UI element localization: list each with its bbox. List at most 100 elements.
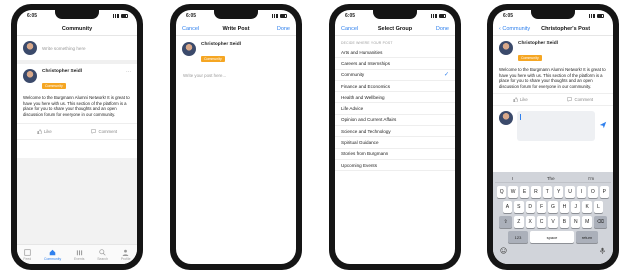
key[interactable]: Q	[497, 186, 507, 198]
tab-search[interactable]: Search	[97, 248, 109, 261]
group-label: Upcoming Events	[341, 162, 378, 168]
microphone-icon[interactable]	[599, 247, 606, 254]
key[interactable]: D	[525, 201, 535, 213]
group-item[interactable]: Upcoming Events	[335, 160, 455, 172]
shift-key[interactable]: ⇧	[499, 216, 513, 228]
key[interactable]: R	[531, 186, 541, 198]
back-label: Community	[502, 25, 531, 32]
key[interactable]: S	[514, 201, 524, 213]
key[interactable]: G	[548, 201, 558, 213]
key[interactable]: A	[502, 201, 513, 213]
key[interactable]: O	[588, 186, 598, 198]
key[interactable]: Z	[514, 216, 524, 228]
key[interactable]: W	[508, 186, 518, 198]
done-button[interactable]: Done	[266, 26, 290, 32]
suggestion-item[interactable]: The	[547, 176, 555, 181]
more-options-icon[interactable]: ···	[126, 69, 131, 75]
nav-title: Select Group	[377, 25, 413, 32]
phone-community-feed: 6:05 Community Write something here Chri…	[11, 4, 143, 270]
group-item[interactable]: Careers and Internships	[335, 58, 455, 70]
tab-label: Events	[74, 256, 85, 261]
tab-events[interactable]: Events	[74, 249, 84, 261]
screen-post-detail: 6:05 ‹ Community Christopher's Post Chri…	[493, 10, 613, 264]
checkmark-icon: ✓	[443, 72, 449, 79]
post-card[interactable]: Christopher Seidl Community ··· Welcome …	[17, 64, 137, 141]
group-item[interactable]: Spiritual Guidance	[335, 137, 455, 149]
screen-write-post: 6:05 Cancel Write Post Done Christopher …	[176, 10, 296, 264]
like-button[interactable]: Like	[37, 129, 52, 135]
send-icon[interactable]	[599, 121, 607, 129]
cancel-button[interactable]: Cancel	[182, 26, 206, 32]
key[interactable]: M	[582, 216, 592, 228]
comment-button[interactable]: Comment	[91, 129, 117, 135]
key[interactable]: I	[576, 186, 587, 198]
tab-community[interactable]: Community	[44, 249, 61, 261]
group-label: Spiritual Guidance	[341, 140, 379, 146]
group-item[interactable]: Finance and Economics	[335, 81, 455, 93]
post-actions: Like Comment	[493, 93, 613, 107]
status-time: 6:05	[186, 13, 197, 19]
keyboard: I The I'm Q W E R T Y U I O P A S D F G …	[493, 172, 613, 264]
backspace-key[interactable]: ⌫	[593, 216, 607, 228]
group-label: Community	[341, 72, 365, 78]
key[interactable]: B	[559, 216, 570, 228]
key[interactable]: U	[565, 186, 575, 198]
post-actions: Like Comment	[17, 123, 137, 141]
post-author: Christopher Seidl	[201, 42, 241, 47]
post-body: Welcome to the Burgmann Alumni Network! …	[499, 67, 606, 89]
compose-placeholder[interactable]: Write something here	[42, 46, 86, 51]
group-list: Arts and Humanities Careers and Internsh…	[335, 47, 455, 172]
key[interactable]: J	[571, 201, 581, 213]
done-button[interactable]: Done	[425, 26, 449, 32]
compose-row[interactable]: Write something here	[17, 36, 137, 64]
back-button[interactable]: ‹ Community	[499, 26, 530, 32]
group-item[interactable]: Arts and Humanities	[335, 47, 455, 59]
group-item[interactable]: Opinion and Current Affairs	[335, 115, 455, 127]
key[interactable]: V	[548, 216, 558, 228]
group-label: Stories from Burgmann	[341, 151, 389, 157]
emoji-icon[interactable]	[500, 247, 507, 254]
key[interactable]: Y	[554, 186, 564, 198]
battery-icon	[439, 14, 446, 18]
group-item[interactable]: Stories from Burgmann	[335, 149, 455, 160]
return-key[interactable]: return	[576, 231, 598, 243]
status-time: 6:05	[503, 13, 514, 19]
status-time: 6:05	[27, 13, 38, 19]
group-item[interactable]: Health and Wellbeing	[335, 92, 455, 104]
post-author: Christopher Seidl	[518, 41, 558, 46]
comment-button[interactable]: Comment	[567, 97, 593, 103]
group-item-selected[interactable]: Community ✓	[335, 70, 455, 81]
post-text-input[interactable]: Write your post here...	[176, 69, 296, 82]
suggestion-item[interactable]: I	[512, 176, 513, 181]
tab-profile[interactable]: Profile	[121, 249, 131, 261]
comment-input[interactable]	[517, 111, 595, 142]
key[interactable]: K	[582, 201, 592, 213]
key[interactable]: T	[542, 186, 552, 198]
group-badge[interactable]: Community	[201, 56, 225, 62]
group-label: Careers and Internships	[341, 60, 391, 66]
space-key[interactable]: space	[530, 231, 574, 243]
shift-icon: ⇧	[503, 219, 508, 225]
suggestion-item[interactable]: I'm	[588, 176, 594, 181]
tab-feed[interactable]: Feed	[23, 248, 31, 261]
key[interactable]: L	[593, 201, 604, 213]
key[interactable]: N	[571, 216, 581, 228]
numbers-key[interactable]: 123	[508, 231, 528, 243]
tab-label: Search	[97, 256, 109, 261]
key[interactable]: X	[525, 216, 535, 228]
key[interactable]: P	[599, 186, 609, 198]
search-icon	[99, 248, 106, 256]
key[interactable]: F	[536, 201, 547, 213]
key[interactable]: H	[559, 201, 570, 213]
key[interactable]: E	[519, 186, 530, 198]
nav-bar: Cancel Select Group Done	[335, 22, 455, 36]
phone-post-detail: 6:05 ‹ Community Christopher's Post Chri…	[487, 4, 619, 270]
comment-icon	[567, 97, 573, 103]
group-item[interactable]: Science and Technology	[335, 126, 455, 138]
key[interactable]: C	[536, 216, 547, 228]
like-button[interactable]: Like	[513, 97, 528, 103]
home-icon	[49, 249, 56, 255]
cancel-button[interactable]: Cancel	[341, 26, 365, 32]
group-item[interactable]: Life Advice	[335, 103, 455, 115]
like-label: Like	[43, 129, 52, 135]
